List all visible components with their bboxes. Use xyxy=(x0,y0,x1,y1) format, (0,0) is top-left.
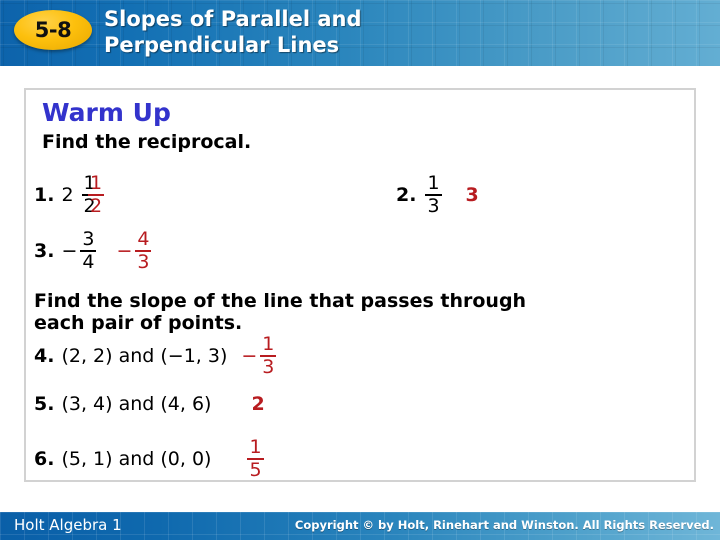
instruction-find-slope: Find the slope of the line that passes t… xyxy=(34,290,674,334)
problem-2-numerator: 1 xyxy=(427,172,440,194)
problem-3-numerator: 3 xyxy=(82,228,95,250)
problem-1-whole: 2 xyxy=(61,184,74,206)
slide-root: 5-8 Slopes of Parallel and Perpendicular… xyxy=(0,0,720,540)
problem-3-answer-fraction: 4 3 xyxy=(135,228,152,273)
problem-1-answer-fraction: 1 2 xyxy=(88,172,105,217)
instruction-find-reciprocal: Find the reciprocal. xyxy=(42,131,252,153)
problem-5-number: 5. xyxy=(34,393,55,415)
problem-6-answer-fraction: 1 5 xyxy=(247,436,264,481)
lesson-number-label: 5-8 xyxy=(34,18,72,42)
problem-2-number: 2. xyxy=(396,184,417,206)
problem-5-question: (3, 4) and (4, 6) xyxy=(61,393,212,415)
slide-footer: Holt Algebra 1 Copyright © by Holt, Rine… xyxy=(0,512,720,540)
problem-1-number: 1. xyxy=(34,184,55,206)
problem-4-question: (2, 2) and (−1, 3) xyxy=(61,345,228,367)
problem-3: 3. − 3 4 − 4 3 xyxy=(34,230,153,272)
problem-2-answer: 3 xyxy=(465,184,479,206)
problem-2-denominator: 3 xyxy=(427,195,440,217)
page-title-line1: Slopes of Parallel and xyxy=(104,7,362,31)
problem-6-answer-denominator: 5 xyxy=(249,459,262,481)
problem-4-answer-sign: − xyxy=(241,345,258,367)
problem-1-answer-numerator: 1 xyxy=(90,172,103,194)
problem-4-answer-numerator: 1 xyxy=(262,333,275,355)
problem-3-denominator: 4 xyxy=(82,251,95,273)
content-inner: Warm Up Find the reciprocal. 1. 2 1 2 1 … xyxy=(26,90,694,480)
problem-1-answer-denominator: 2 xyxy=(90,195,103,217)
problem-4-number: 4. xyxy=(34,345,55,367)
problem-3-sign: − xyxy=(61,240,78,262)
section-title: Warm Up xyxy=(42,98,171,127)
problem-5-answer: 2 xyxy=(251,393,265,415)
instruction-find-slope-line1: Find the slope of the line that passes t… xyxy=(34,290,527,312)
page-title: Slopes of Parallel and Perpendicular Lin… xyxy=(104,6,524,58)
problem-3-answer-numerator: 4 xyxy=(137,228,150,250)
lesson-number-badge: 5-8 xyxy=(14,10,92,50)
problem-2-fraction: 1 3 xyxy=(425,172,442,217)
book-title: Holt Algebra 1 xyxy=(14,516,122,534)
content-panel: Warm Up Find the reciprocal. 1. 2 1 2 1 … xyxy=(24,88,696,482)
page-title-line2: Perpendicular Lines xyxy=(104,33,340,57)
instruction-find-slope-line2: each pair of points. xyxy=(34,312,243,334)
problem-3-answer-denominator: 3 xyxy=(137,251,150,273)
problem-3-fraction: 3 4 xyxy=(80,228,97,273)
problem-4-answer-denominator: 3 xyxy=(262,356,275,378)
problem-3-number: 3. xyxy=(34,240,55,262)
problem-3-answer-sign: − xyxy=(116,240,133,262)
problem-6-question: (5, 1) and (0, 0) xyxy=(61,448,212,470)
problem-5: 5. (3, 4) and (4, 6) 2 xyxy=(34,393,265,415)
problem-1-answer: 1 2 xyxy=(86,174,106,216)
slide-header: 5-8 Slopes of Parallel and Perpendicular… xyxy=(0,0,720,66)
problem-6: 6. (5, 1) and (0, 0) 1 5 xyxy=(34,438,266,480)
problem-4: 4. (2, 2) and (−1, 3) − 1 3 xyxy=(34,335,278,377)
problem-4-answer-fraction: 1 3 xyxy=(260,333,277,378)
copyright-notice: Copyright © by Holt, Rinehart and Winsto… xyxy=(294,518,714,532)
problem-6-answer-numerator: 1 xyxy=(249,436,262,458)
problem-6-number: 6. xyxy=(34,448,55,470)
problem-2: 2. 1 3 3 xyxy=(396,174,479,216)
